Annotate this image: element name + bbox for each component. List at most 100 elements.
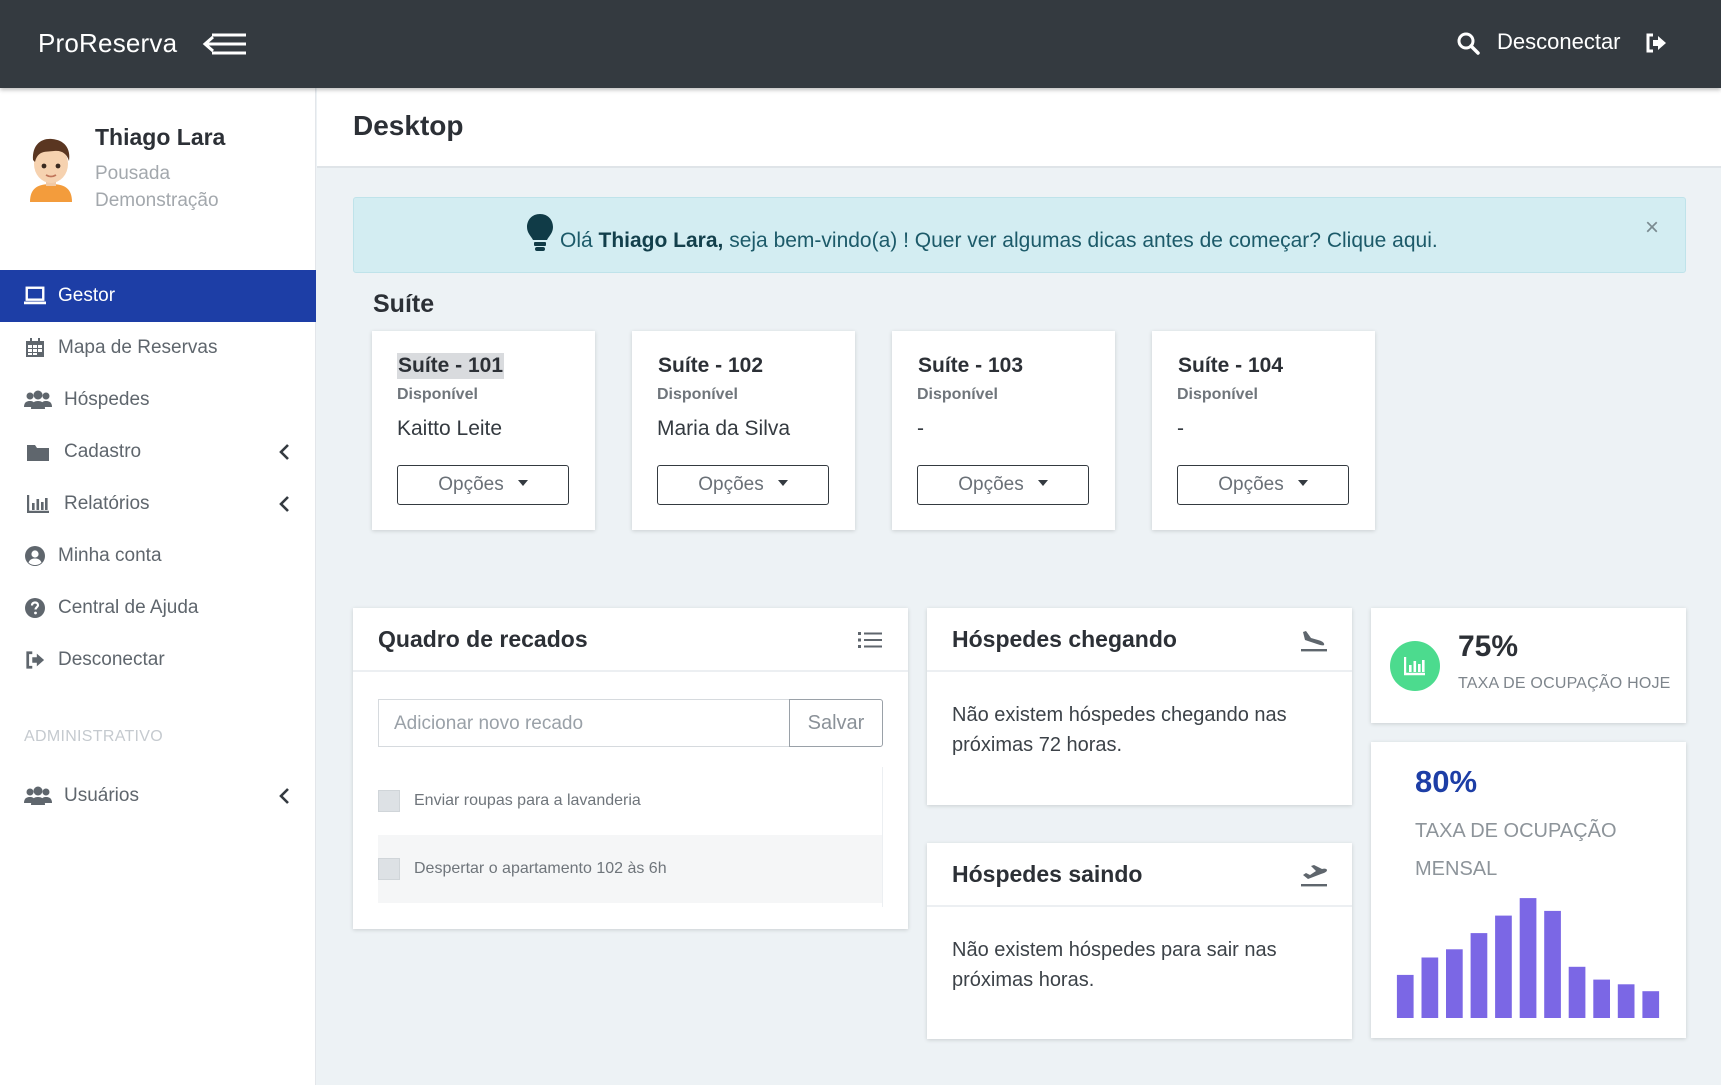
chart-bar: [1495, 915, 1512, 1018]
chart-bar: [1544, 910, 1561, 1018]
user-name: Thiago Lara: [95, 124, 226, 150]
note-checkbox[interactable]: [378, 858, 400, 880]
question-circle-icon: [24, 597, 46, 619]
user-circle-icon: [24, 545, 46, 567]
page-title: Desktop: [353, 110, 464, 141]
room-guest: -: [1177, 417, 1184, 440]
sidebar-item-hospedes[interactable]: Hóspedes: [0, 374, 316, 426]
admin-section-heading: ADMINISTRATIVO: [24, 728, 164, 745]
note-text: Despertar o apartamento 102 às 6h: [414, 860, 667, 877]
chart-bar: [1396, 974, 1414, 1018]
notes-title: Quadro de recados: [378, 626, 588, 652]
sidebar-item-usuarios[interactable]: Usuários: [0, 770, 316, 822]
chevron-left-icon: [279, 444, 289, 460]
chevron-left-icon: [279, 496, 289, 512]
chart-bar: [1421, 957, 1439, 1018]
occupancy-monthly-card: 80% TAXA DE OCUPAÇÃO MENSAL: [1371, 742, 1686, 1038]
chart-bar: [1519, 898, 1537, 1018]
room-options-button[interactable]: Opções: [397, 465, 569, 505]
room-guest: Maria da Silva: [657, 417, 791, 440]
sidebar-item-label: Central de Ajuda: [58, 597, 199, 618]
note-text: Enviar roupas para a lavanderia: [414, 792, 641, 809]
notes-panel-header: Quadro de recados: [353, 608, 908, 672]
close-icon[interactable]: ×: [1645, 214, 1659, 242]
sidebar-item-gestor[interactable]: Gestor: [0, 270, 316, 322]
room-card: Suíte - 101 Disponível Kaitto Leite Opçõ…: [372, 331, 595, 530]
welcome-alert[interactable]: Olá Thiago Lara, seja bem-vindo(a) ! Que…: [353, 197, 1686, 273]
sidebar-item-label: Usuários: [64, 785, 139, 806]
lightbulb-icon: [527, 214, 553, 251]
departures-panel: Hóspedes saindo Não existem hóspedes par…: [927, 843, 1352, 1039]
avatar: [30, 138, 72, 202]
sidebar-item-label: Hóspedes: [64, 389, 150, 410]
users-icon: [24, 785, 52, 807]
search-icon[interactable]: [1456, 31, 1480, 55]
chart-bar: [1470, 933, 1488, 1018]
plane-departure-icon: [1301, 865, 1327, 887]
chart-bar: [1593, 979, 1610, 1018]
calendar-icon: [24, 337, 46, 359]
room-status: Disponível: [657, 386, 738, 403]
sidebar-item-label: Desconectar: [58, 649, 165, 670]
chart-bar: [1642, 991, 1660, 1018]
departures-title: Hóspedes saindo: [952, 861, 1143, 887]
bar-chart-icon: [24, 493, 52, 515]
sidebar: Thiago Lara Pousada Demonstração Gestor …: [0, 88, 316, 1085]
sidebar-item-minha-conta[interactable]: Minha conta: [0, 530, 316, 582]
room-card: Suíte - 104 Disponível - Opções: [1152, 331, 1375, 530]
room-options-button[interactable]: Opções: [1177, 465, 1349, 505]
room-status: Disponível: [917, 386, 998, 403]
room-options-button[interactable]: Opções: [657, 465, 829, 505]
laptop-icon: [24, 285, 46, 307]
caret-down-icon: [777, 480, 788, 486]
sidebar-item-relatorios[interactable]: Relatórios: [0, 478, 316, 530]
brand-logo[interactable]: ProReserva: [38, 28, 177, 59]
caret-down-icon: [1037, 480, 1048, 486]
logout-link[interactable]: Desconectar: [1497, 29, 1621, 55]
welcome-message[interactable]: Olá Thiago Lara, seja bem-vindo(a) ! Que…: [560, 229, 1438, 253]
arrivals-message: Não existem hóspedes chegando nas próxim…: [952, 704, 1287, 756]
sidebar-item-central-de-ajuda[interactable]: Central de Ajuda: [0, 582, 316, 634]
users-icon: [24, 389, 52, 411]
sidebar-item-label: Relatórios: [64, 493, 150, 514]
sidebar-item-desconectar[interactable]: Desconectar: [0, 634, 316, 686]
sidebar-item-label: Mapa de Reservas: [58, 337, 218, 358]
occupancy-bar-chart: [1396, 898, 1660, 1018]
suites-heading: Suíte: [373, 290, 435, 318]
sidebar-item-label: Gestor: [58, 285, 116, 306]
arrivals-panel-header: Hóspedes chegando: [927, 608, 1352, 672]
caret-down-icon: [1297, 480, 1308, 486]
room-card: Suíte - 102 Disponível Maria da Silva Op…: [632, 331, 855, 530]
save-note-button[interactable]: Salvar: [789, 699, 883, 747]
departures-panel-header: Hóspedes saindo: [927, 843, 1352, 907]
user-company: Pousada Demonstração: [95, 163, 219, 211]
sidebar-toggle-icon[interactable]: [202, 30, 248, 58]
chart-bar: [1446, 949, 1463, 1018]
sidebar-item-cadastro[interactable]: Cadastro: [0, 426, 316, 478]
note-checkbox[interactable]: [378, 790, 400, 812]
arrivals-title: Hóspedes chegando: [952, 626, 1177, 652]
room-status: Disponível: [397, 386, 478, 403]
page-header: Desktop: [317, 88, 1721, 168]
new-note-input[interactable]: Adicionar novo recado: [378, 699, 789, 747]
list-icon[interactable]: [856, 628, 884, 652]
arrivals-panel: Hóspedes chegando Não existem hóspedes c…: [927, 608, 1352, 805]
room-title: Suíte - 102: [658, 354, 764, 377]
sidebar-item-mapa-de-reservas[interactable]: Mapa de Reservas: [0, 322, 316, 374]
plane-arrival-icon: [1301, 631, 1327, 652]
admin-menu: Usuários: [0, 770, 316, 822]
sign-out-icon[interactable]: [1645, 32, 1667, 54]
notes-panel: Quadro de recados Adicionar novo recado …: [353, 608, 908, 929]
sidebar-menu: Gestor Mapa de Reservas Hóspedes Cadastr…: [0, 270, 316, 686]
chevron-left-icon: [279, 788, 289, 804]
occupancy-monthly-label: TAXA DE OCUPAÇÃO MENSAL: [1415, 820, 1617, 880]
folder-icon: [24, 441, 52, 463]
welcome-user-name: Thiago Lara,: [598, 229, 724, 252]
occupancy-today-value: 75%: [1458, 630, 1519, 663]
list-item: Enviar roupas para a lavanderia: [378, 767, 882, 835]
room-title: Suíte - 101: [397, 353, 505, 379]
list-item: Despertar o apartamento 102 às 6h: [378, 835, 882, 903]
room-card: Suíte - 103 Disponível - Opções: [892, 331, 1115, 530]
room-guest: Kaitto Leite: [397, 417, 503, 440]
room-options-button[interactable]: Opções: [917, 465, 1089, 505]
